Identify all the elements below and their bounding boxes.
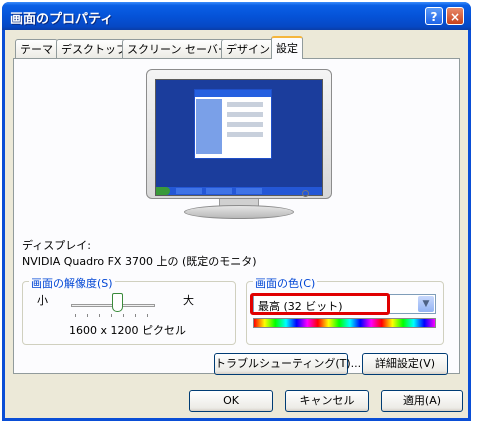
monitor-screen xyxy=(155,79,323,196)
tab-themes[interactable]: テーマ xyxy=(15,39,58,58)
color-quality-legend: 画面の色(C) xyxy=(253,275,318,291)
chevron-down-icon[interactable]: ▼ xyxy=(418,296,434,312)
close-button[interactable]: × xyxy=(446,7,464,25)
settings-panel: ディスプレイ: NVIDIA Quadro FX 3700 上の (既定のモニタ… xyxy=(13,58,460,375)
preview-window xyxy=(194,89,272,159)
annotation-highlight-box xyxy=(250,293,390,315)
power-indicator-icon xyxy=(302,190,309,197)
dialog-client-area: テーマ デスクトップ スクリーン セーバー デザイン 設定 ディスプレイ: NV… xyxy=(5,30,468,418)
tab-settings[interactable]: 設定 xyxy=(271,36,303,59)
resolution-legend: 画面の解像度(S) xyxy=(29,275,115,291)
display-label: ディスプレイ: xyxy=(22,239,91,252)
color-spectrum-bar xyxy=(253,318,436,328)
troubleshoot-button[interactable]: トラブルシューティング(T)... xyxy=(214,353,361,375)
display-properties-window: 画面のプロパティ ? × テーマ デスクトップ スクリーン セーバー デザイン … xyxy=(2,2,471,421)
window-title: 画面のプロパティ xyxy=(10,12,114,27)
tab-screen-saver[interactable]: スクリーン セーバー xyxy=(122,39,234,58)
color-quality-group: 画面の色(C) 最高 (32 ビット) ▼ xyxy=(246,275,444,345)
apply-button[interactable]: 適用(A) xyxy=(381,390,463,412)
resolution-slider-thumb[interactable] xyxy=(112,293,124,312)
tab-appearance[interactable]: デザイン xyxy=(221,39,275,58)
display-device-name: NVIDIA Quadro FX 3700 上の (既定のモニタ) xyxy=(22,255,257,268)
resolution-more-label: 大 xyxy=(183,294,194,307)
advanced-button[interactable]: 詳細設定(V) xyxy=(362,353,448,375)
resolution-less-label: 小 xyxy=(37,294,48,307)
tab-desktop[interactable]: デスクトップ xyxy=(56,39,132,58)
resolution-group: 画面の解像度(S) 小 大 1600 x 1200 ピクセル xyxy=(22,275,236,345)
cancel-button[interactable]: キャンセル xyxy=(285,390,369,412)
resolution-value: 1600 x 1200 ピクセル xyxy=(69,324,186,337)
ok-button[interactable]: OK xyxy=(189,390,273,412)
title-bar[interactable]: 画面のプロパティ ? × xyxy=(2,2,471,30)
preview-taskbar xyxy=(156,187,322,195)
help-button[interactable]: ? xyxy=(425,7,443,25)
monitor-preview xyxy=(146,69,332,199)
preview-start-button xyxy=(156,187,170,195)
monitor-stand-base xyxy=(184,205,294,219)
